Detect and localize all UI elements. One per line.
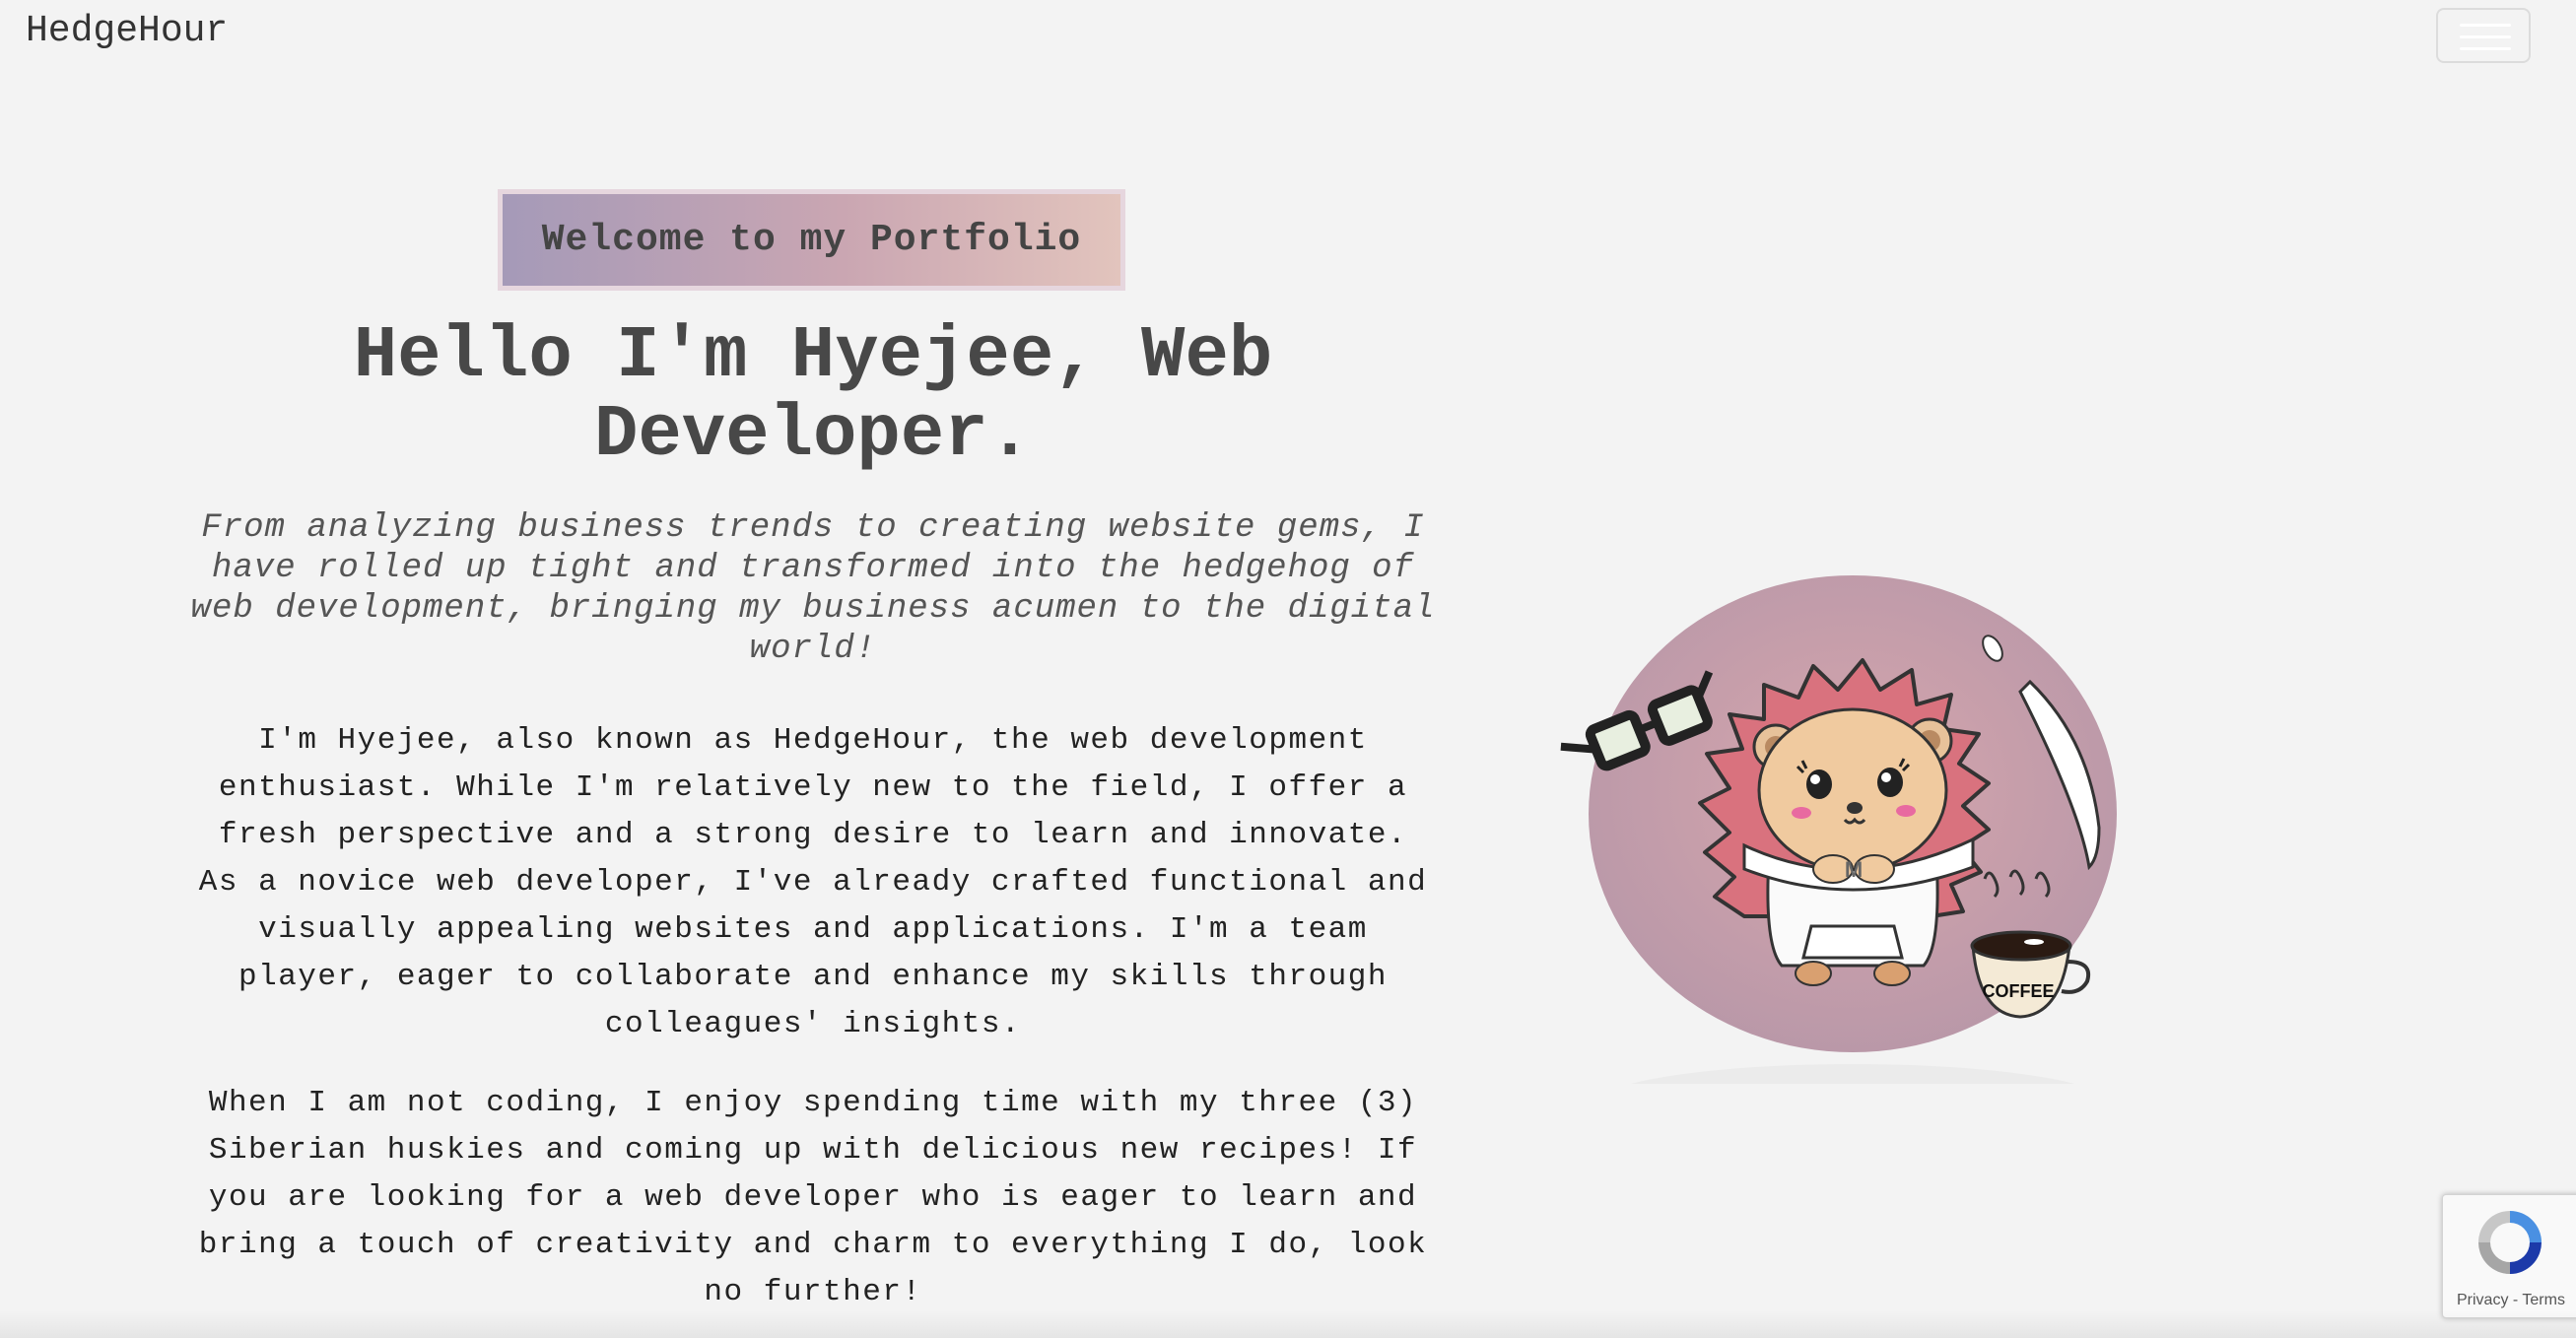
welcome-badge: Welcome to my Portfolio	[498, 189, 1125, 291]
page-title-line-2: Developer.	[593, 394, 1033, 477]
page-title: Hello I'm Hyejee, Web Developer.	[177, 317, 1449, 475]
hedgehog-avatar-icon: M COFFEE	[1560, 575, 2117, 1052]
recaptcha-links[interactable]: Privacy - Terms	[2443, 1292, 2576, 1309]
recaptcha-icon	[2478, 1211, 2542, 1274]
page-title-line-1: Hello I'm Hyejee, Web	[353, 315, 1273, 398]
navbar-toggle-button[interactable]	[2436, 8, 2531, 63]
about-paragraph-2: When I am not coding, I enjoy spending t…	[198, 1086, 1428, 1309]
hedgehog-avatar: M COFFEE	[1518, 571, 2129, 1084]
recaptcha-badge[interactable]: Privacy - Terms	[2442, 1194, 2576, 1318]
about-paragraph-1: I'm Hyejee, also known as HedgeHour, the…	[198, 723, 1428, 1041]
coffee-cup-label: COFFEE	[1982, 981, 2054, 1001]
hero-tagline: From analyzing business trends to creati…	[190, 509, 1436, 668]
bottom-scroll-shade	[0, 1310, 2576, 1338]
portfolio-page: HedgeHour Welcome to my Portfolio Hello …	[0, 0, 2576, 1338]
navbar-brand[interactable]: HedgeHour	[26, 10, 228, 52]
svg-text:M: M	[1845, 857, 1863, 882]
welcome-badge-text: Welcome to my Portfolio	[541, 219, 1082, 261]
